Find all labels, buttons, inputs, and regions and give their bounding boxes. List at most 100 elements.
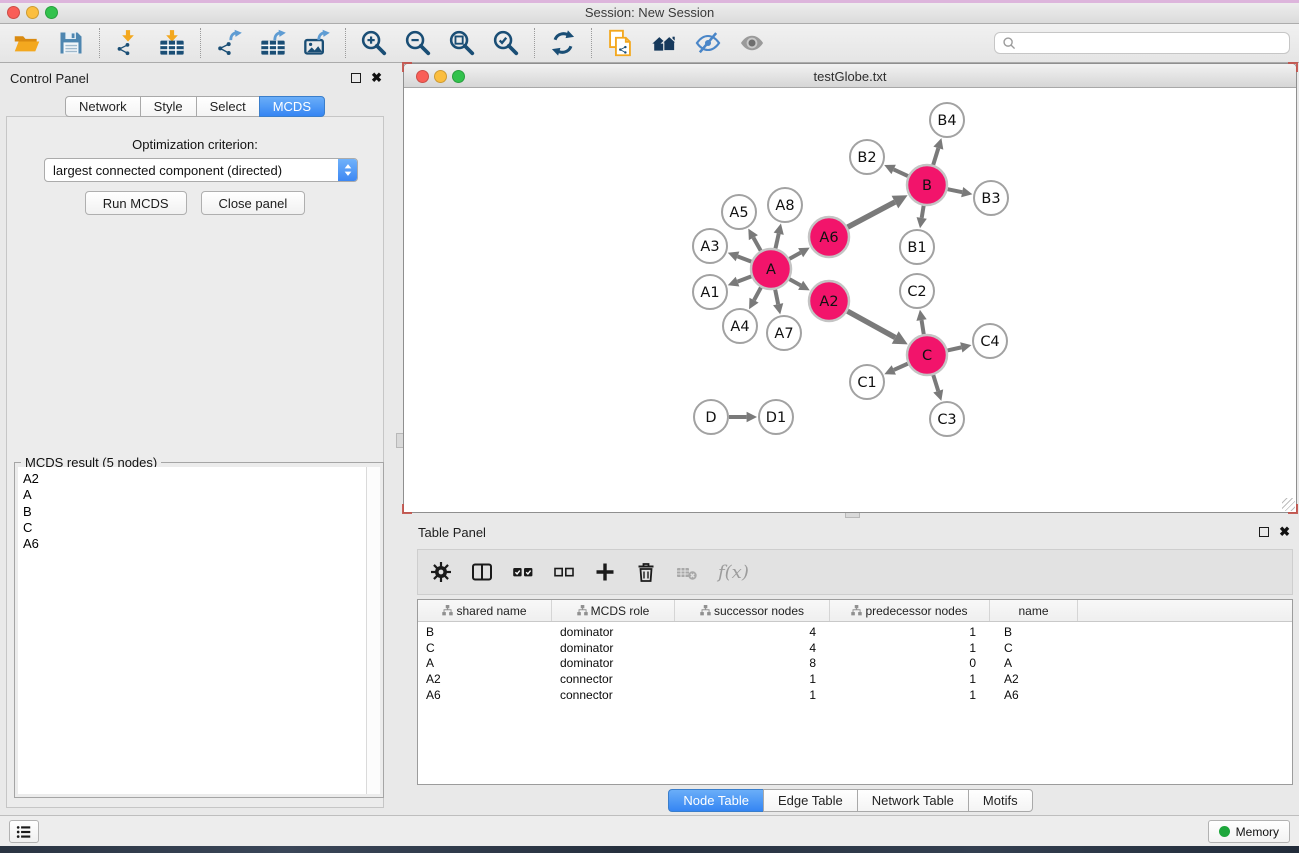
table-cell[interactable]: C — [418, 641, 552, 655]
node-D[interactable]: D — [694, 400, 728, 434]
select-all-columns-button[interactable] — [509, 557, 537, 587]
mcds-result-item[interactable]: B — [18, 504, 366, 520]
close-panel-icon[interactable]: ✖ — [1279, 526, 1290, 537]
show-graphics-details-button[interactable] — [733, 25, 771, 61]
table-settings-button[interactable] — [427, 557, 455, 587]
table-cell[interactable]: 1 — [675, 672, 830, 686]
export-network-button[interactable] — [210, 25, 248, 61]
network-window-titlebar[interactable]: testGlobe.txt — [404, 64, 1296, 88]
table-cell[interactable]: A — [418, 656, 552, 670]
tab-motifs[interactable]: Motifs — [968, 789, 1033, 812]
edge-A2-C[interactable] — [847, 311, 907, 344]
node-A7[interactable]: A7 — [767, 316, 801, 350]
node-C4[interactable]: C4 — [973, 324, 1007, 358]
search-box[interactable] — [994, 32, 1290, 54]
mcds-result-item[interactable]: A6 — [18, 536, 366, 552]
table-row[interactable]: A2connector11A2 — [418, 671, 1292, 687]
edge-A-A1[interactable] — [728, 276, 752, 286]
mcds-result-item[interactable]: C — [18, 520, 366, 536]
edge-C-C2[interactable] — [916, 310, 926, 334]
search-input[interactable] — [1021, 35, 1282, 51]
add-column-button[interactable] — [591, 557, 619, 587]
close-panel-icon[interactable]: ✖ — [371, 72, 382, 83]
edge-B-B3[interactable] — [948, 187, 973, 197]
tab-node-table[interactable]: Node Table — [668, 789, 764, 812]
delete-columns-button[interactable] — [632, 557, 660, 587]
cybrowser-home-button[interactable] — [645, 25, 683, 61]
zoom-fit-button[interactable] — [443, 25, 481, 61]
table-cell[interactable]: A2 — [418, 672, 552, 686]
edge-D-D1[interactable] — [729, 412, 757, 422]
table-cell[interactable]: 1 — [830, 625, 990, 639]
table-row[interactable]: Cdominator41C — [418, 640, 1292, 656]
column-header-predecessor-nodes[interactable]: predecessor nodes — [830, 600, 990, 621]
float-panel-icon[interactable] — [351, 73, 361, 83]
table-cell[interactable]: 1 — [675, 688, 830, 702]
mcds-result-item[interactable]: A — [18, 487, 366, 503]
table-cell[interactable]: 4 — [675, 625, 830, 639]
zoom-out-button[interactable] — [399, 25, 437, 61]
edge-A-A4[interactable] — [749, 287, 761, 309]
node-A1[interactable]: A1 — [693, 275, 727, 309]
table-cell[interactable]: dominator — [552, 641, 675, 655]
table-cell[interactable]: C — [990, 641, 1078, 655]
edge-A6-B[interactable] — [848, 195, 908, 227]
table-cell[interactable]: connector — [552, 688, 675, 702]
table-cell[interactable]: dominator — [552, 656, 675, 670]
table-cell[interactable]: A6 — [418, 688, 552, 702]
hide-graphics-details-button[interactable] — [689, 25, 727, 61]
node-A3[interactable]: A3 — [693, 229, 727, 263]
edge-B-B4[interactable] — [933, 138, 943, 165]
table-row[interactable]: Bdominator41B — [418, 624, 1292, 640]
edge-B-B2[interactable] — [884, 165, 908, 176]
zoom-in-button[interactable] — [355, 25, 393, 61]
column-header-mcds-role[interactable]: MCDS role — [552, 600, 675, 621]
table-cell[interactable]: B — [990, 625, 1078, 639]
table-row[interactable]: Adominator80A — [418, 655, 1292, 671]
node-A4[interactable]: A4 — [723, 309, 757, 343]
edge-A-A6[interactable] — [789, 248, 809, 259]
edge-C-C3[interactable] — [933, 375, 943, 401]
save-session-button[interactable] — [52, 25, 90, 61]
mcds-result-list[interactable]: A2ABCA6 — [18, 467, 366, 794]
float-panel-icon[interactable] — [1259, 527, 1269, 537]
tab-edge-table[interactable]: Edge Table — [763, 789, 858, 812]
network-from-selection-button[interactable] — [601, 25, 639, 61]
dropdown-stepper-icon[interactable] — [338, 159, 357, 181]
edge-C-C1[interactable] — [884, 364, 908, 375]
network-graph[interactable]: A5A8A3A1A4A7AA6A2B2B4BB3B1C2C4CC1C3DD1 — [404, 88, 1296, 512]
node-B2[interactable]: B2 — [850, 140, 884, 174]
result-list-scrollbar[interactable] — [366, 467, 380, 794]
node-B4[interactable]: B4 — [930, 103, 964, 137]
edge-A-A5[interactable] — [748, 229, 760, 251]
import-table-button[interactable] — [153, 25, 191, 61]
node-C2[interactable]: C2 — [900, 274, 934, 308]
resize-grip-icon[interactable] — [1282, 498, 1295, 511]
tab-select[interactable]: Select — [196, 96, 260, 117]
node-D1[interactable]: D1 — [759, 400, 793, 434]
export-image-button[interactable] — [298, 25, 336, 61]
table-cell[interactable]: B — [418, 625, 552, 639]
memory-button[interactable]: Memory — [1208, 820, 1290, 843]
table-cell[interactable]: dominator — [552, 625, 675, 639]
node-A8[interactable]: A8 — [768, 188, 802, 222]
run-mcds-button[interactable]: Run MCDS — [85, 191, 187, 215]
table-cell[interactable]: connector — [552, 672, 675, 686]
node-C[interactable]: C — [907, 335, 947, 375]
table-cell[interactable]: 1 — [830, 641, 990, 655]
tab-network-table[interactable]: Network Table — [857, 789, 969, 812]
node-A[interactable]: A — [751, 249, 791, 289]
apply-layout-button[interactable] — [544, 25, 582, 61]
tab-network[interactable]: Network — [65, 96, 141, 117]
edge-C-C4[interactable] — [947, 342, 971, 352]
optimization-criterion-select[interactable]: largest connected component (directed) — [44, 158, 358, 182]
table-cell[interactable]: A — [990, 656, 1078, 670]
table-cell[interactable]: A6 — [990, 688, 1078, 702]
node-C1[interactable]: C1 — [850, 365, 884, 399]
delete-table-button[interactable] — [673, 557, 701, 587]
open-session-button[interactable] — [8, 25, 46, 61]
node-B[interactable]: B — [907, 165, 947, 205]
zoom-selected-button[interactable] — [487, 25, 525, 61]
node-A6[interactable]: A6 — [809, 217, 849, 257]
task-history-button[interactable] — [9, 820, 39, 843]
